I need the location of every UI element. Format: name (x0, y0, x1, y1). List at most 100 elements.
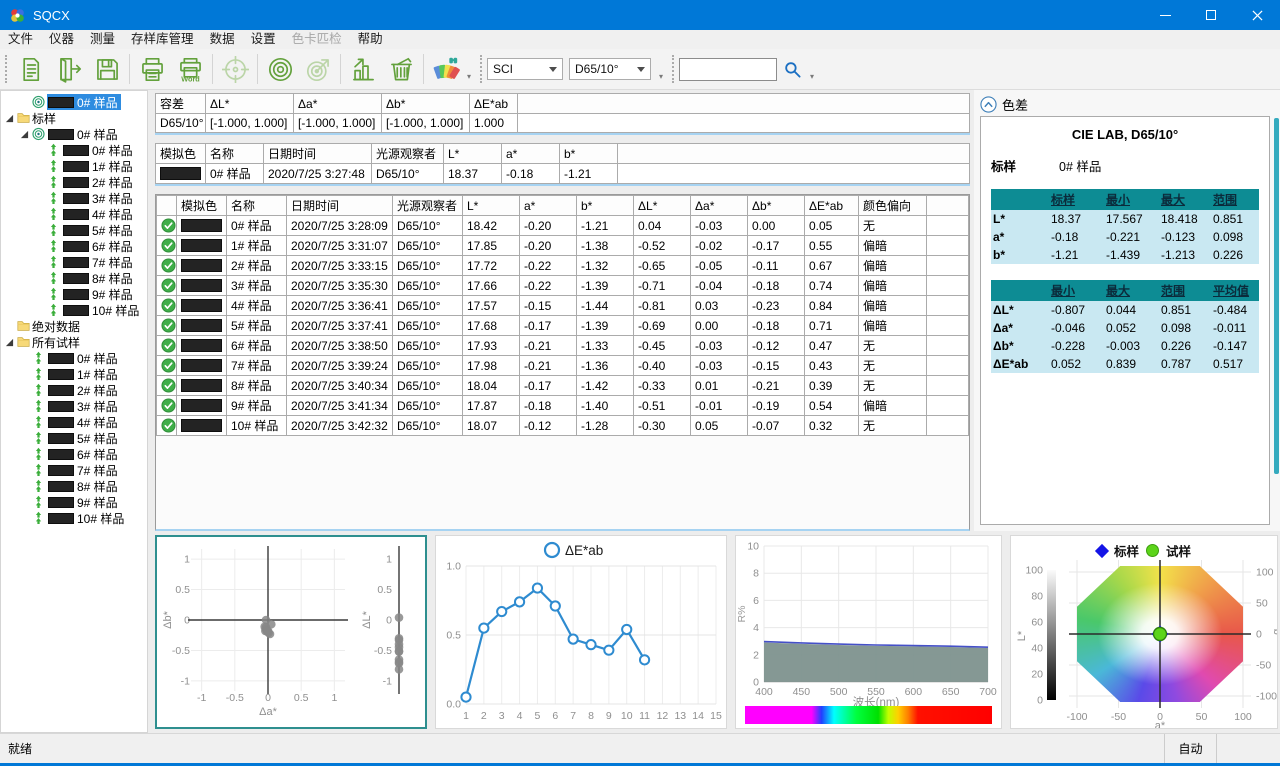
column-header[interactable]: 光源观察者 (372, 144, 444, 164)
column-header[interactable]: 日期时间 (264, 144, 372, 164)
toolbar-grip[interactable] (480, 55, 482, 83)
column-header[interactable]: Δb* (382, 94, 470, 114)
column-header[interactable]: Δb* (748, 196, 805, 216)
auto-mode-button[interactable]: 自动 (1164, 734, 1216, 763)
column-header[interactable]: L* (463, 196, 520, 216)
tree-item-8# 样品[interactable]: 8# 样品 (1, 270, 147, 286)
tree-item-1# 样品[interactable]: 1# 样品 (1, 366, 147, 382)
gamut-chart-panel[interactable]: 标样试样 -100-50050100100500-50-100100806040… (1010, 535, 1278, 729)
scatter-chart-panel[interactable]: -1-1-0.5-0.5000.50.511Δa*Δb*-1-0.500.51Δ… (155, 535, 427, 729)
tolerance-value[interactable]: [-1.000, 1.000] (294, 114, 382, 133)
tree-item-绝对数据[interactable]: 绝对数据 (1, 318, 147, 334)
tree-item-3# 样品[interactable]: 3# 样品 (1, 398, 147, 414)
expander-icon[interactable] (20, 130, 29, 139)
column-header[interactable]: 容差 (156, 94, 206, 114)
column-header[interactable]: a* (502, 144, 560, 164)
deltaE-chart-panel[interactable]: ΔE*ab1234567891011121314150.00.51.0 (435, 535, 727, 729)
sample-row-0# 样品[interactable]: 0# 样品2020/7/25 3:28:09D65/10°18.42-0.20-… (157, 216, 969, 236)
save-button[interactable] (88, 51, 126, 87)
column-header[interactable]: Δa* (691, 196, 748, 216)
color-match-button[interactable] (427, 51, 465, 87)
menu-item-6[interactable]: 设置 (243, 30, 284, 49)
new-document-button[interactable] (12, 51, 50, 87)
toolbar-overflow-icon[interactable]: ▾ (810, 72, 814, 81)
spectral-chart-panel[interactable]: 0246810400450500550600650700波长(nm)R% (735, 535, 1002, 729)
tree-item-所有试样[interactable]: 所有试样 (1, 334, 147, 350)
search-input[interactable] (679, 58, 777, 81)
tree-item-0# 样品[interactable]: 0# 样品 (1, 142, 147, 158)
column-header[interactable]: Δa* (294, 94, 382, 114)
tree-item-标样[interactable]: 标样 (1, 110, 147, 126)
illuminant-select[interactable]: D65/10° (569, 58, 651, 80)
toolbar-grip[interactable] (5, 55, 7, 83)
sample-row-5# 样品[interactable]: 5# 样品2020/7/25 3:37:41D65/10°17.68-0.17-… (157, 316, 969, 336)
tolerance-value[interactable]: [-1.000, 1.000] (382, 114, 470, 133)
column-header[interactable]: 日期时间 (287, 196, 393, 216)
tree-item-0# 样品[interactable]: 0# 样品 (1, 94, 147, 110)
tree-item-5# 样品[interactable]: 5# 样品 (1, 222, 147, 238)
tree-item-10# 样品[interactable]: 10# 样品 (1, 302, 147, 318)
tolerance-value[interactable]: D65/10° (156, 114, 206, 133)
delete-button[interactable] (382, 51, 420, 87)
tree-item-6# 样品[interactable]: 6# 样品 (1, 238, 147, 254)
tree-item-9# 样品[interactable]: 9# 样品 (1, 494, 147, 510)
column-header[interactable]: 光源观察者 (393, 196, 463, 216)
column-header[interactable]: b* (577, 196, 634, 216)
tree-item-4# 样品[interactable]: 4# 样品 (1, 414, 147, 430)
sample-row-2# 样品[interactable]: 2# 样品2020/7/25 3:33:15D65/10°17.72-0.22-… (157, 256, 969, 276)
tree-item-2# 样品[interactable]: 2# 样品 (1, 382, 147, 398)
sample-row-6# 样品[interactable]: 6# 样品2020/7/25 3:38:50D65/10°17.93-0.21-… (157, 336, 969, 356)
sample-row-4# 样品[interactable]: 4# 样品2020/7/25 3:36:41D65/10°17.57-0.15-… (157, 296, 969, 316)
menu-item-4[interactable]: 存样库管理 (123, 30, 202, 49)
toolbar-overflow-icon[interactable]: ▾ (659, 72, 663, 81)
maximize-button[interactable] (1188, 0, 1234, 30)
sample-row-8# 样品[interactable]: 8# 样品2020/7/25 3:40:34D65/10°18.04-0.17-… (157, 376, 969, 396)
sample-row-1# 样品[interactable]: 1# 样品2020/7/25 3:31:07D65/10°17.85-0.20-… (157, 236, 969, 256)
column-header[interactable]: 模拟色 (177, 196, 227, 216)
minimize-button[interactable] (1142, 0, 1188, 30)
print-word-button[interactable]: Word (171, 51, 209, 87)
column-header[interactable]: a* (520, 196, 577, 216)
measure-standard-button[interactable] (261, 51, 299, 87)
column-header[interactable]: 颜色偏向 (859, 196, 927, 216)
expander-icon[interactable] (5, 114, 14, 123)
sci-mode-select[interactable]: SCI (487, 58, 563, 80)
tree-item-0# 样品[interactable]: 0# 样品 (1, 350, 147, 366)
column-header[interactable]: ΔL* (634, 196, 691, 216)
menu-item-8[interactable]: 帮助 (350, 30, 391, 49)
column-header[interactable]: 模拟色 (156, 144, 206, 164)
toolbar-grip[interactable] (672, 55, 674, 83)
collapse-panel-icon[interactable] (980, 96, 997, 113)
toolbar-overflow-icon[interactable]: ▾ (467, 72, 471, 81)
menu-item-3[interactable]: 测量 (82, 30, 123, 49)
sample-row-9# 样品[interactable]: 9# 样品2020/7/25 3:41:34D65/10°17.87-0.18-… (157, 396, 969, 416)
close-button[interactable] (1234, 0, 1280, 30)
sample-row-7# 样品[interactable]: 7# 样品2020/7/25 3:39:24D65/10°17.98-0.21-… (157, 356, 969, 376)
tree-item-8# 样品[interactable]: 8# 样品 (1, 478, 147, 494)
tree-item-5# 样品[interactable]: 5# 样品 (1, 430, 147, 446)
standard-row[interactable]: 0# 样品2020/7/25 3:27:48D65/10°18.37-0.18-… (156, 164, 970, 184)
sample-row-3# 样品[interactable]: 3# 样品2020/7/25 3:35:30D65/10°17.66-0.22-… (157, 276, 969, 296)
column-header[interactable]: 名称 (206, 144, 264, 164)
tree-item-7# 样品[interactable]: 7# 样品 (1, 254, 147, 270)
search-icon[interactable] (783, 60, 802, 79)
tolerance-value[interactable]: [-1.000, 1.000] (206, 114, 294, 133)
tolerance-value[interactable]: 1.000 (470, 114, 518, 133)
menu-item-1[interactable]: 文件 (0, 30, 41, 49)
column-header[interactable]: 名称 (227, 196, 287, 216)
menu-item-2[interactable]: 仪器 (41, 30, 82, 49)
export-button[interactable] (50, 51, 88, 87)
column-header[interactable]: ΔL* (206, 94, 294, 114)
tree-item-0# 样品[interactable]: 0# 样品 (1, 126, 147, 142)
tree-item-3# 样品[interactable]: 3# 样品 (1, 190, 147, 206)
tree-item-7# 样品[interactable]: 7# 样品 (1, 462, 147, 478)
panel-scrollbar[interactable] (1274, 118, 1279, 474)
expander-icon[interactable] (5, 338, 14, 347)
tree-item-10# 样品[interactable]: 10# 样品 (1, 510, 147, 526)
tree-item-1# 样品[interactable]: 1# 样品 (1, 158, 147, 174)
column-header[interactable]: ΔE*ab (470, 94, 518, 114)
chart-button[interactable] (344, 51, 382, 87)
column-header[interactable]: ΔE*ab (805, 196, 859, 216)
column-header[interactable] (157, 196, 177, 216)
tree-item-9# 样品[interactable]: 9# 样品 (1, 286, 147, 302)
